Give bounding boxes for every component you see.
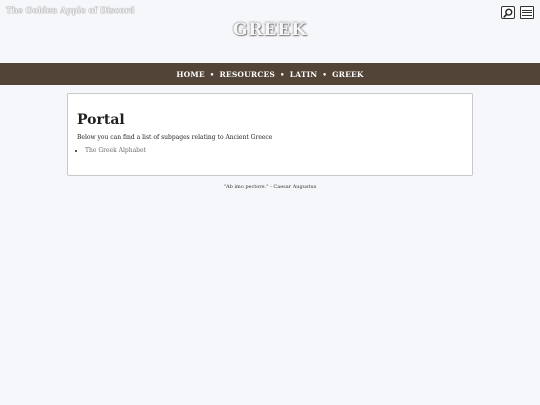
footer-quote: "Ab imo pectore." - Caesar Augustus — [223, 184, 317, 190]
main-navbar: HOME • RESOURCES • LATIN • GREEK — [0, 63, 540, 85]
hamburger-menu-icon[interactable] — [520, 6, 534, 19]
link-greek-alphabet[interactable]: The Greek Alphabet — [85, 147, 146, 154]
nav-item-resources[interactable]: RESOURCES — [219, 70, 275, 79]
list-item: The Greek Alphabet — [85, 147, 463, 154]
subpage-list: The Greek Alphabet — [77, 147, 463, 154]
nav-separator: • — [280, 69, 285, 79]
search-button[interactable] — [501, 6, 515, 19]
nav-separator: • — [209, 69, 215, 79]
header-icons — [501, 6, 534, 19]
content-card: Portal Below you can find a list of subp… — [67, 93, 473, 176]
search-icon — [503, 8, 513, 18]
nav-item-greek[interactable]: GREEK — [332, 70, 364, 79]
nav-item-latin[interactable]: LATIN — [290, 70, 318, 79]
site-title[interactable]: The Golden Apple of Discord — [6, 5, 135, 15]
nav-separator: • — [322, 69, 328, 79]
menu-line — [522, 12, 532, 13]
menu-line — [522, 14, 532, 16]
menu-line — [522, 9, 532, 11]
page-heading: Portal — [77, 112, 125, 128]
intro-text: Below you can find a list of subpages re… — [77, 134, 273, 141]
nav-item-home[interactable]: HOME — [176, 70, 204, 79]
page-hero-title: GREEK — [232, 20, 308, 40]
